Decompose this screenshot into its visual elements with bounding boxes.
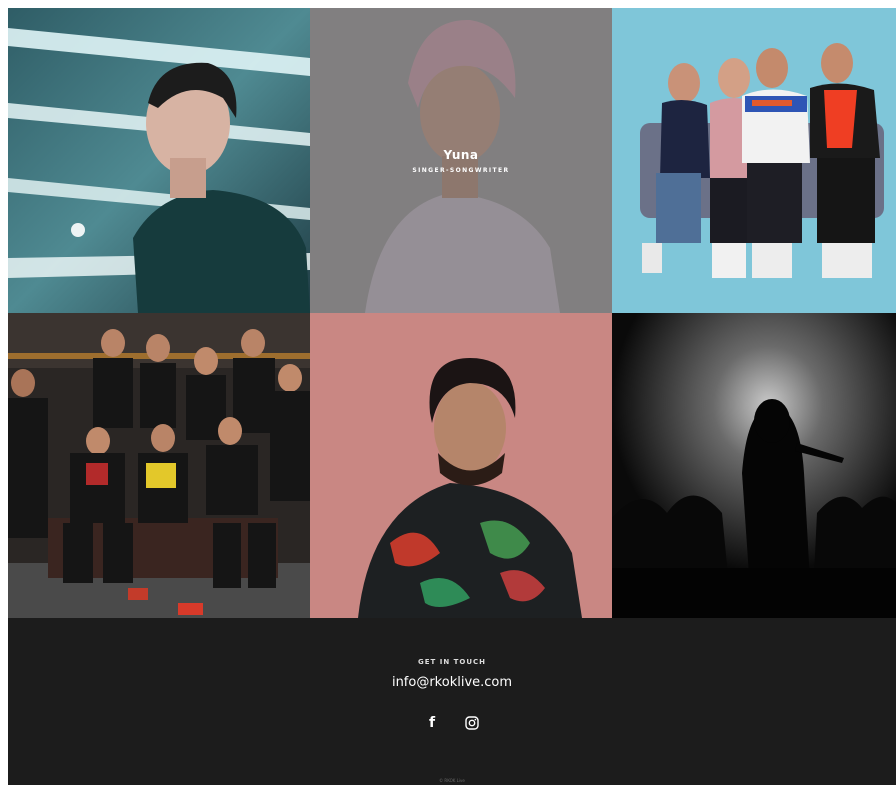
facebook-icon: f bbox=[428, 715, 436, 731]
facebook-link[interactable]: f bbox=[423, 714, 441, 732]
gallery-tile-3[interactable] bbox=[612, 8, 896, 313]
artist-photo-6 bbox=[612, 313, 896, 618]
instagram-link[interactable] bbox=[463, 714, 481, 732]
gallery-tile-4[interactable] bbox=[8, 313, 310, 618]
gallery-tile-6[interactable] bbox=[612, 313, 896, 618]
social-links: f bbox=[8, 714, 896, 732]
artist-name: Yuna bbox=[443, 147, 479, 162]
instagram-icon bbox=[465, 716, 479, 730]
page: Yuna SINGER-SONGWRITER GET IN TOUCH info… bbox=[0, 0, 896, 785]
contact-email-link[interactable]: info@rkoklive.com bbox=[8, 675, 896, 690]
artist-gallery: Yuna SINGER-SONGWRITER bbox=[8, 8, 896, 618]
artist-photo-3 bbox=[612, 8, 896, 313]
site-footer: GET IN TOUCH info@rkoklive.com f © RKOK … bbox=[8, 618, 896, 785]
artist-photo-4 bbox=[8, 313, 310, 618]
artist-photo-1 bbox=[8, 8, 310, 313]
gallery-tile-5[interactable] bbox=[310, 313, 612, 618]
gallery-tile-yuna[interactable]: Yuna SINGER-SONGWRITER bbox=[310, 8, 612, 313]
contact-heading: GET IN TOUCH bbox=[417, 658, 487, 666]
copyright-text: © RKOK Live bbox=[439, 778, 465, 783]
artist-role: SINGER-SONGWRITER bbox=[412, 166, 510, 174]
artist-photo-5 bbox=[310, 313, 612, 618]
tile-hover-overlay: Yuna SINGER-SONGWRITER bbox=[310, 8, 612, 313]
gallery-tile-1[interactable] bbox=[8, 8, 310, 313]
